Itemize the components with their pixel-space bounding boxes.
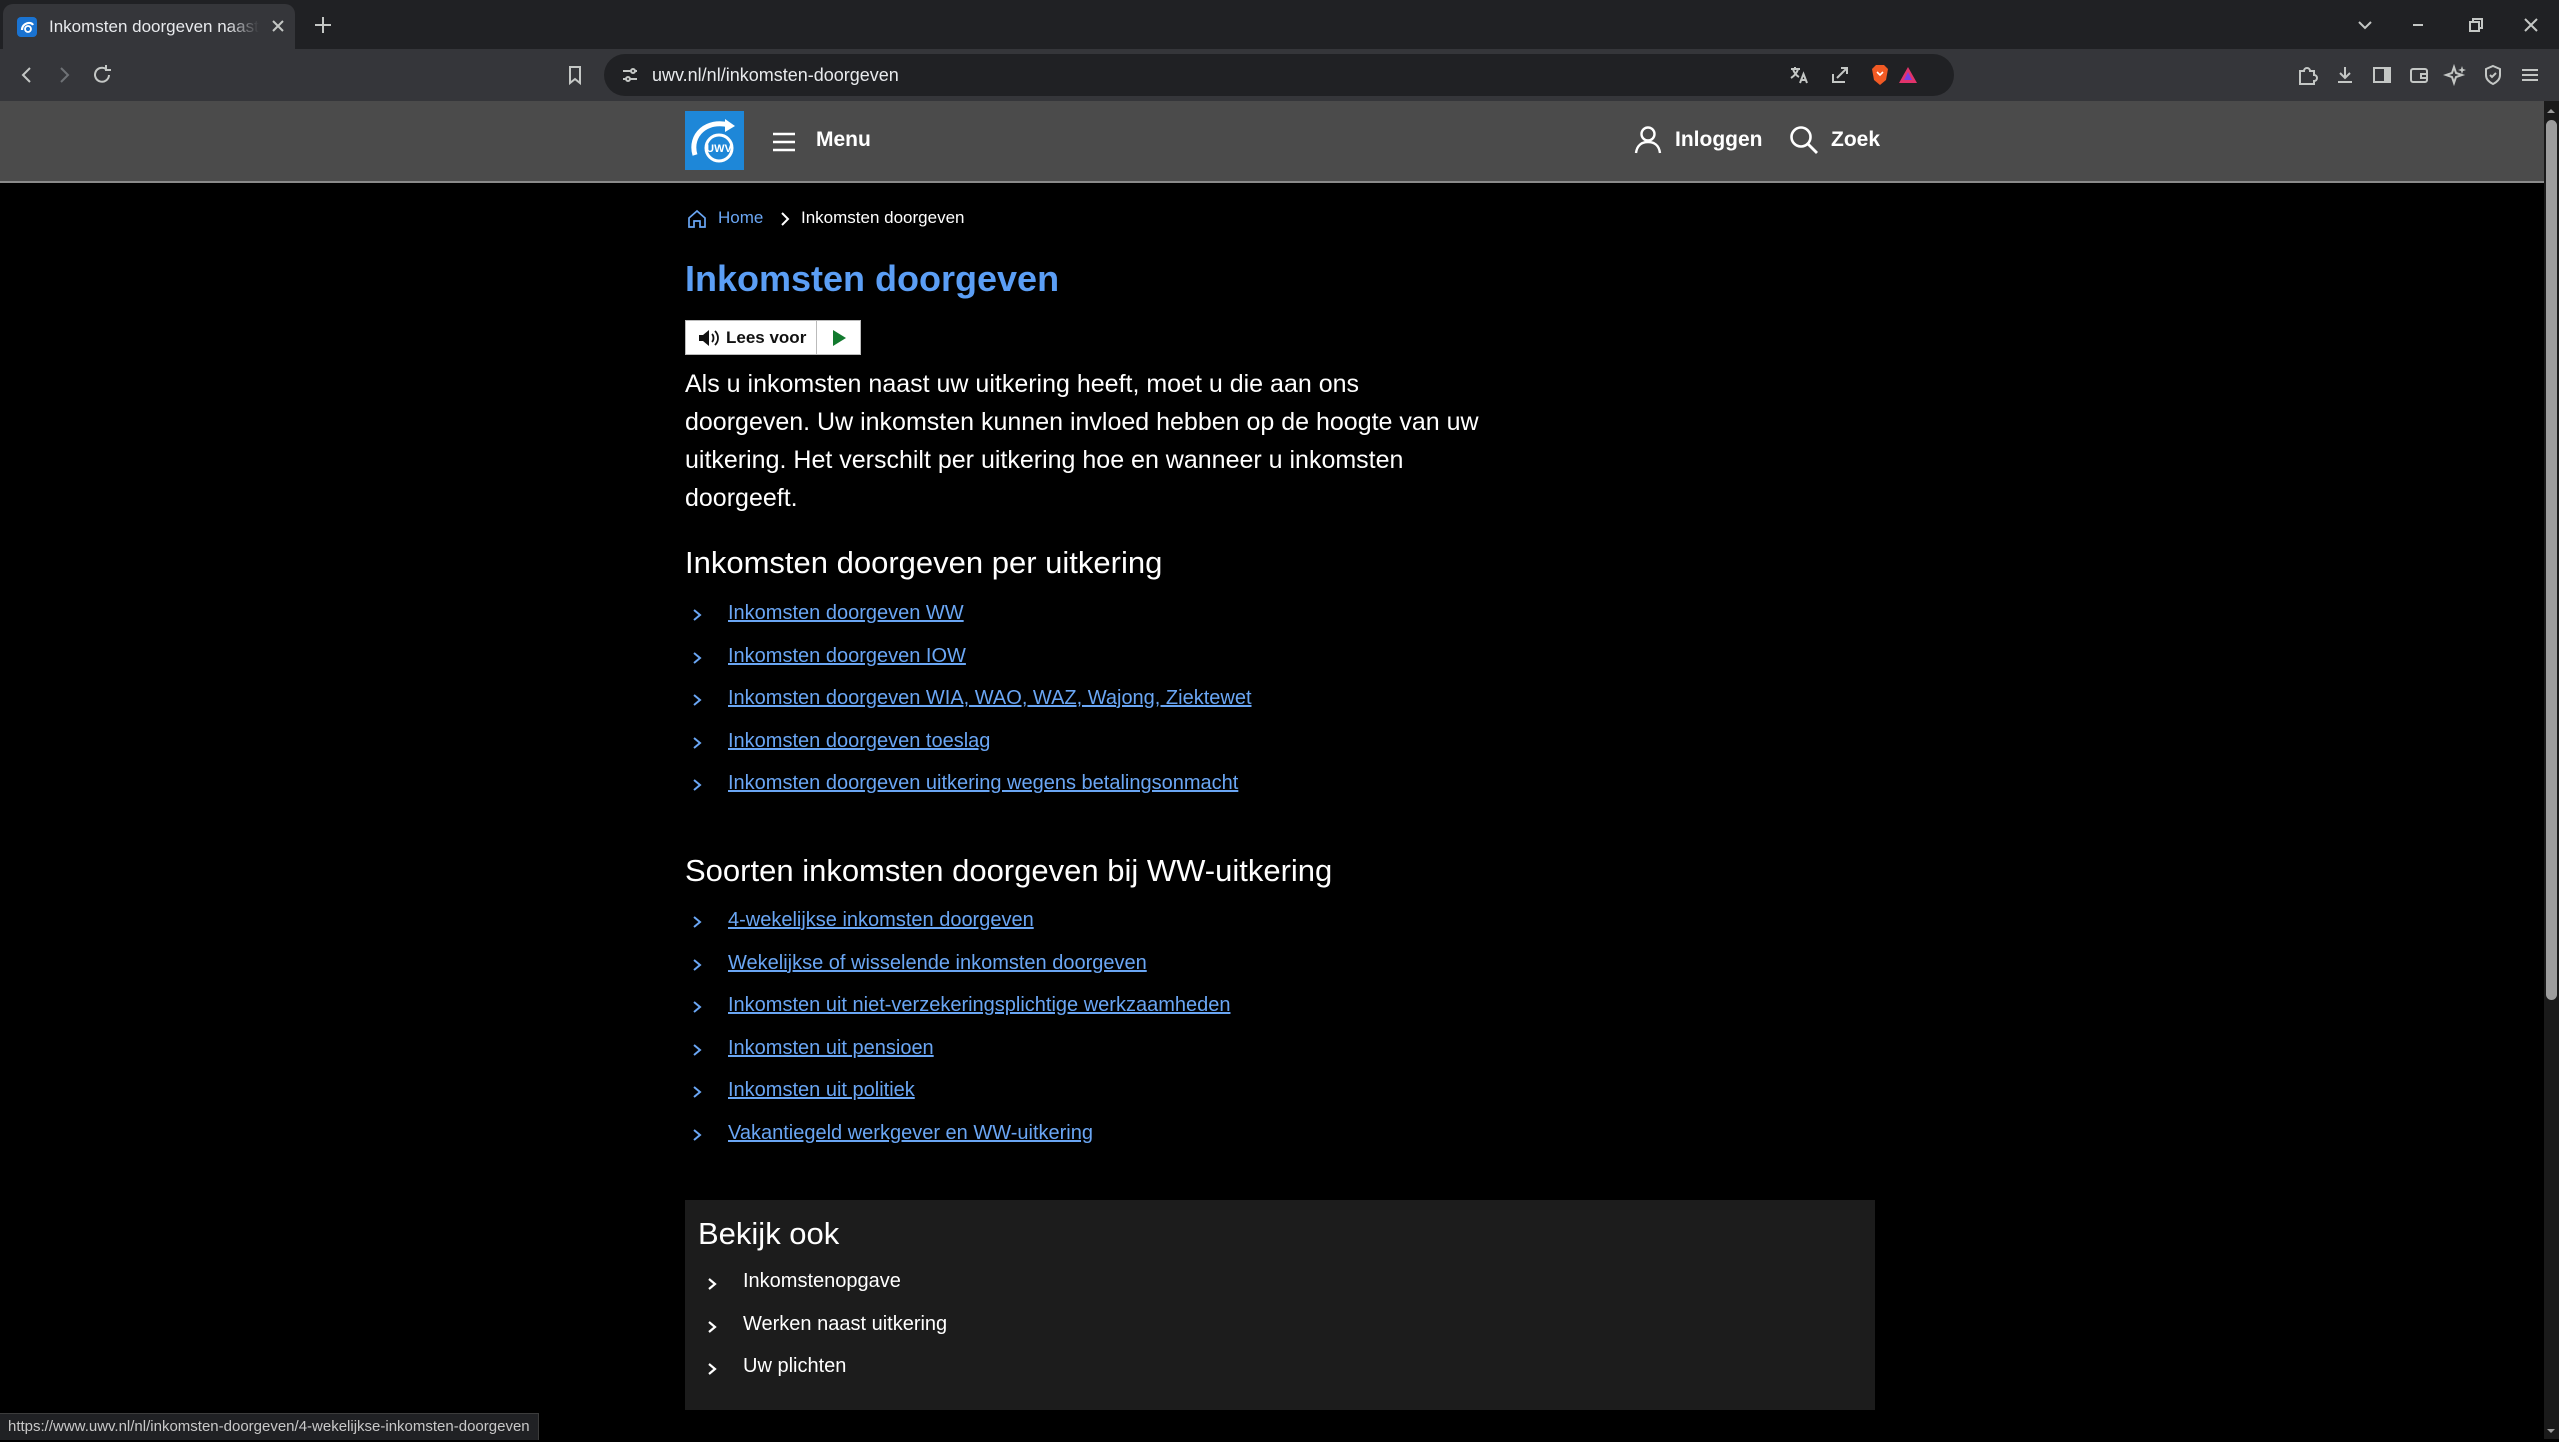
browser-tab-strip: [0, 0, 2559, 49]
bookmark-icon[interactable]: [562, 62, 588, 88]
link-uw-plichten[interactable]: Uw plichten: [743, 1355, 846, 1378]
chevron-right-icon: [689, 911, 705, 933]
link-inkomsten-iow[interactable]: Inkomsten doorgeven IOW: [728, 645, 966, 668]
brave-shields-icon[interactable]: [1867, 62, 1893, 88]
leo-ai-icon[interactable]: [2442, 62, 2469, 88]
chevron-right-icon: [689, 954, 705, 976]
link-niet-verzekeringsplichtig[interactable]: Inkomsten uit niet-verzekeringsplichtige…: [728, 994, 1230, 1017]
extensions-icon[interactable]: [2294, 62, 2320, 88]
address-bar[interactable]: uwv.nl/nl/inkomsten-doorgeven: [604, 54, 1954, 96]
intro-paragraph: Als u inkomsten naast uw uitkering heeft…: [685, 370, 1479, 512]
link-pensioen[interactable]: Inkomsten uit pensioen: [728, 1037, 934, 1060]
chevron-right-icon: [689, 647, 705, 669]
chevron-right-icon: [689, 774, 705, 796]
tab-list-chevron-icon[interactable]: [2350, 10, 2380, 40]
chevron-right-icon: [689, 996, 705, 1018]
chevron-right-icon: [704, 1273, 720, 1295]
close-window-icon[interactable]: [2516, 10, 2546, 40]
scrollbar-thumb[interactable]: [2546, 120, 2557, 1000]
chevron-right-icon: [704, 1316, 720, 1338]
share-icon[interactable]: [1828, 63, 1852, 87]
home-icon[interactable]: [686, 208, 708, 230]
chevron-right-icon: [689, 1124, 705, 1146]
site-settings-icon[interactable]: [618, 63, 642, 87]
new-tab-icon[interactable]: [310, 12, 336, 38]
section-heading-ww-types: Soorten inkomsten doorgeven bij WW-uitke…: [685, 853, 1333, 888]
user-icon: [1632, 124, 1664, 156]
breadcrumb-home-link[interactable]: Home: [718, 208, 763, 228]
menu-label: Menu: [816, 128, 871, 151]
sidebar-icon[interactable]: [2369, 62, 2395, 88]
back-icon[interactable]: [14, 62, 40, 88]
see-also-panel: Bekijk ook Inkomstenopgave Werken naast …: [685, 1200, 1875, 1410]
tab-title: Inkomsten doorgeven naast uw: [49, 17, 259, 36]
svg-text:UWV: UWV: [706, 143, 732, 155]
link-werken-naast-uitkering[interactable]: Werken naast uitkering: [743, 1313, 947, 1336]
search-label: Zoek: [1831, 128, 1881, 151]
breadcrumb-current: Inkomsten doorgeven: [801, 208, 965, 227]
uwv-logo[interactable]: UWV: [685, 111, 744, 170]
link-inkomsten-toeslag[interactable]: Inkomsten doorgeven toeslag: [728, 730, 990, 753]
link-inkomsten-ww[interactable]: Inkomsten doorgeven WW: [728, 602, 964, 625]
read-aloud-widget: Lees voor: [685, 320, 861, 355]
minimize-icon[interactable]: [2403, 10, 2433, 40]
link-inkomsten-wia-wao-waz[interactable]: Inkomsten doorgeven WIA, WAO, WAZ, Wajon…: [728, 687, 1252, 710]
hamburger-icon: [770, 128, 798, 156]
link-4-wekelijkse[interactable]: 4-wekelijkse inkomsten doorgeven: [728, 909, 1034, 932]
restore-window-icon[interactable]: [2460, 10, 2490, 40]
link-inkomsten-betalingsonmacht[interactable]: Inkomsten doorgeven uitkering wegens bet…: [728, 772, 1238, 795]
scroll-down-icon[interactable]: [2545, 1424, 2557, 1436]
speaker-icon: [697, 327, 721, 349]
link-vakantiegeld[interactable]: Vakantiegeld werkgever en WW-uitkering: [728, 1122, 1093, 1145]
scroll-up-icon[interactable]: [2545, 104, 2557, 116]
chevron-right-icon: [689, 604, 705, 626]
close-tab-icon[interactable]: [266, 14, 290, 38]
wallet-icon[interactable]: [2406, 62, 2432, 88]
chevron-right-icon: [704, 1358, 720, 1380]
site-header: [0, 101, 2544, 183]
read-aloud-label: Lees voor: [726, 328, 807, 347]
link-politiek[interactable]: Inkomsten uit politiek: [728, 1079, 915, 1102]
search-icon: [1788, 124, 1820, 156]
reload-icon[interactable]: [89, 62, 115, 88]
translate-icon[interactable]: [1787, 63, 1811, 87]
chevron-right-icon: [778, 209, 792, 229]
chevron-right-icon: [689, 732, 705, 754]
forward-icon[interactable]: [51, 62, 77, 88]
brave-rewards-icon[interactable]: [1896, 63, 1920, 87]
downloads-icon[interactable]: [2332, 62, 2358, 88]
see-also-heading: Bekijk ook: [698, 1216, 840, 1251]
chevron-right-icon: [689, 1081, 705, 1103]
login-label: Inloggen: [1675, 128, 1763, 151]
read-aloud-button[interactable]: Lees voor: [686, 321, 816, 354]
link-wekelijkse-wisselende[interactable]: Wekelijkse of wisselende inkomsten doorg…: [728, 952, 1147, 975]
browser-menu-icon[interactable]: [2517, 62, 2543, 88]
play-icon: [830, 328, 848, 348]
status-bar-url: https://www.uwv.nl/nl/inkomsten-doorgeve…: [0, 1413, 539, 1440]
browser-tab[interactable]: Inkomsten doorgeven naast uw: [3, 4, 295, 49]
play-button[interactable]: [816, 321, 861, 354]
url-text[interactable]: uwv.nl/nl/inkomsten-doorgeven: [652, 65, 899, 86]
vpn-shield-icon[interactable]: [2480, 62, 2506, 88]
chevron-right-icon: [689, 1039, 705, 1061]
section-heading-per-benefit: Inkomsten doorgeven per uitkering: [685, 545, 1163, 580]
uwv-favicon-icon: [17, 17, 37, 37]
chevron-right-icon: [689, 689, 705, 711]
link-inkomstenopgave[interactable]: Inkomstenopgave: [743, 1270, 901, 1293]
page-title: Inkomsten doorgeven: [685, 258, 1060, 299]
